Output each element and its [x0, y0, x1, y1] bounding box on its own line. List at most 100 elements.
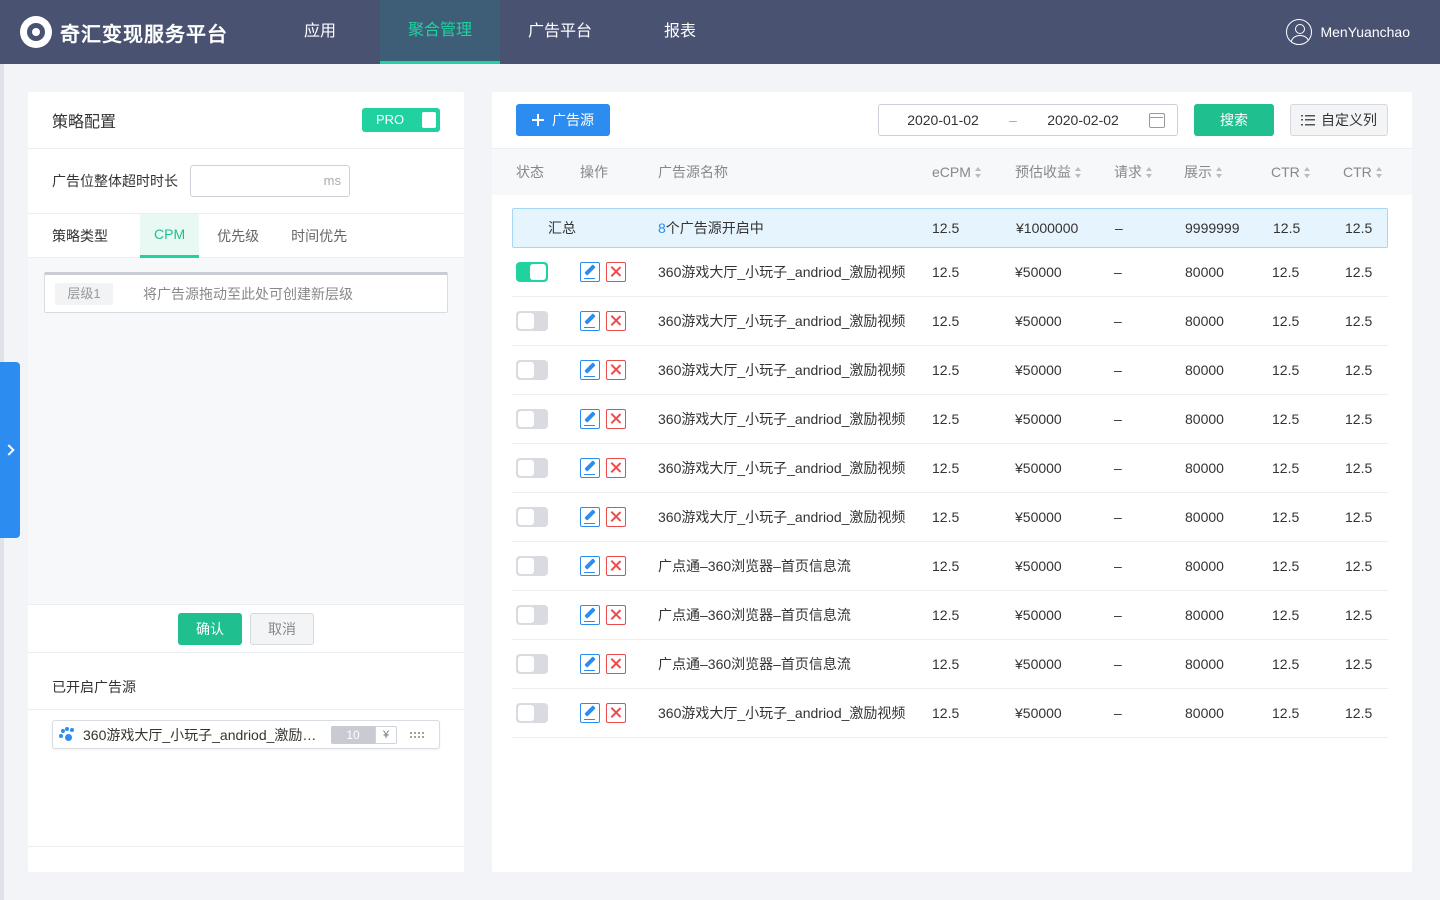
- edit-icon[interactable]: [580, 556, 600, 576]
- column-header-ecpm[interactable]: eCPM: [932, 149, 982, 195]
- level-drop-area[interactable]: 层级1 将广告源拖动至此处可创建新层级: [28, 258, 464, 604]
- delete-icon[interactable]: [606, 605, 626, 625]
- sidebar-expand-button[interactable]: [0, 362, 20, 538]
- nav-item-reports[interactable]: 报表: [620, 0, 740, 64]
- timeout-unit: ms: [323, 173, 341, 188]
- status-toggle[interactable]: [516, 311, 548, 331]
- table-header: 状态 操作 广告源名称 eCPM 预估收益 请求 展示 CTR CTR: [492, 149, 1412, 195]
- date-start[interactable]: 2020-01-02: [879, 112, 1007, 128]
- row-impressions: 80000: [1185, 656, 1224, 672]
- nav-item-ad-platform[interactable]: 广告平台: [500, 0, 620, 64]
- row-revenue: ¥50000: [1015, 607, 1062, 623]
- edit-icon[interactable]: [580, 654, 600, 674]
- delete-icon[interactable]: [606, 654, 626, 674]
- cancel-button[interactable]: 取消: [250, 612, 314, 645]
- edit-icon[interactable]: [580, 360, 600, 380]
- edit-icon[interactable]: [580, 311, 600, 331]
- summary-row: 汇总 8 个广告源开启中 12.5 ¥1000000 – 9999999 12.5…: [512, 208, 1388, 248]
- tab-time-priority[interactable]: 时间优先: [277, 214, 361, 258]
- status-toggle[interactable]: [516, 409, 548, 429]
- row-name: 360游戏大厅_小玩子_andriod_激励视频: [658, 509, 906, 525]
- pro-label: PRO: [376, 112, 405, 127]
- add-ad-source-button[interactable]: 广告源: [516, 104, 610, 136]
- row-impressions: 80000: [1185, 362, 1224, 378]
- edit-icon[interactable]: [580, 409, 600, 429]
- drag-handle-icon[interactable]: [409, 730, 425, 739]
- tab-priority[interactable]: 优先级: [203, 214, 273, 258]
- delete-icon[interactable]: [606, 360, 626, 380]
- status-cell: [516, 640, 548, 688]
- delete-icon[interactable]: [606, 556, 626, 576]
- user-menu[interactable]: MenYuanchao: [1286, 0, 1410, 64]
- delete-icon[interactable]: [606, 262, 626, 282]
- summary-revenue: ¥1000000: [1016, 220, 1079, 236]
- divider: [28, 709, 464, 710]
- level-box[interactable]: 层级1 将广告源拖动至此处可创建新层级: [44, 272, 448, 313]
- status-toggle[interactable]: [516, 605, 548, 625]
- timeout-input[interactable]: ms: [190, 165, 350, 197]
- sort-icon[interactable]: [1303, 166, 1311, 178]
- custom-columns-button[interactable]: 自定义列: [1290, 104, 1388, 136]
- brand[interactable]: 奇汇变现服务平台: [0, 0, 260, 64]
- delete-icon[interactable]: [606, 507, 626, 527]
- edit-icon[interactable]: [580, 507, 600, 527]
- status-toggle[interactable]: [516, 262, 548, 282]
- sort-icon[interactable]: [1375, 166, 1383, 178]
- row-ecpm: 12.5: [932, 509, 960, 525]
- confirm-button[interactable]: 确认: [178, 612, 242, 645]
- sort-icon[interactable]: [1146, 166, 1153, 178]
- status-toggle[interactable]: [516, 458, 548, 478]
- delete-icon[interactable]: [606, 703, 626, 723]
- table-row: 360游戏大厅_小玩子_andriod_激励视频 12.5 ¥50000 – 80000…: [512, 395, 1388, 444]
- column-header-ctr[interactable]: CTR: [1343, 149, 1383, 195]
- column-header-revenue[interactable]: 预估收益: [1015, 149, 1082, 195]
- row-ctr: 12.5: [1345, 509, 1373, 525]
- edit-icon[interactable]: [580, 703, 600, 723]
- delete-icon[interactable]: [606, 311, 626, 331]
- status-toggle[interactable]: [516, 360, 548, 380]
- column-header-impressions[interactable]: 展示: [1184, 149, 1223, 195]
- edit-icon[interactable]: [580, 262, 600, 282]
- tab-cpm[interactable]: CPM: [140, 213, 200, 258]
- row-ctr: 12.5: [1272, 656, 1300, 672]
- row-name: 360游戏大厅_小玩子_andriod_激励视频: [658, 313, 906, 329]
- date-end[interactable]: 2020-02-02: [1019, 112, 1147, 128]
- row-ctr: 12.5: [1272, 411, 1300, 427]
- edit-icon[interactable]: [580, 605, 600, 625]
- row-ecpm: 12.5: [932, 656, 960, 672]
- nav-item-aggregation[interactable]: 聚合管理: [380, 0, 500, 64]
- row-requests: –: [1114, 656, 1122, 672]
- sort-icon[interactable]: [974, 166, 982, 178]
- open-source-qty[interactable]: 10: [331, 725, 375, 744]
- edit-icon[interactable]: [580, 458, 600, 478]
- table-row: 广点通–360浏览器–首页信息流 12.5 ¥50000 – 80000 12.5 12.5: [512, 542, 1388, 591]
- row-ctr: 12.5: [1272, 264, 1300, 280]
- row-impressions: 80000: [1185, 460, 1224, 476]
- calendar-icon[interactable]: [1149, 112, 1165, 128]
- row-ecpm: 12.5: [932, 607, 960, 623]
- actions-cell: [580, 346, 632, 394]
- status-toggle[interactable]: [516, 556, 548, 576]
- column-header-ctr[interactable]: CTR: [1271, 149, 1311, 195]
- open-source-item[interactable]: 360游戏大厅_小玩子_andriod_激励视频 10 ¥: [52, 720, 440, 749]
- divider: [28, 846, 464, 847]
- column-header-requests[interactable]: 请求: [1114, 149, 1153, 195]
- status-toggle[interactable]: [516, 703, 548, 723]
- nav-item-apps[interactable]: 应用: [260, 0, 380, 64]
- status-toggle[interactable]: [516, 654, 548, 674]
- row-ctr: 12.5: [1345, 411, 1373, 427]
- delete-icon[interactable]: [606, 458, 626, 478]
- delete-icon[interactable]: [606, 409, 626, 429]
- pro-toggle[interactable]: PRO: [362, 108, 440, 132]
- date-range-picker[interactable]: 2020-01-02 – 2020-02-02: [878, 104, 1178, 136]
- row-ctr: 12.5: [1345, 656, 1373, 672]
- row-revenue: ¥50000: [1015, 705, 1062, 721]
- table-row: 360游戏大厅_小玩子_andriod_激励视频 12.5 ¥50000 – 80000…: [512, 493, 1388, 542]
- search-button[interactable]: 搜索: [1194, 104, 1274, 136]
- row-requests: –: [1114, 705, 1122, 721]
- sort-icon[interactable]: [1216, 166, 1223, 178]
- sort-icon[interactable]: [1075, 166, 1082, 178]
- timeout-row: 广告位整体超时时长 ms: [28, 149, 464, 214]
- summary-ecpm: 12.5: [932, 220, 960, 236]
- status-toggle[interactable]: [516, 507, 548, 527]
